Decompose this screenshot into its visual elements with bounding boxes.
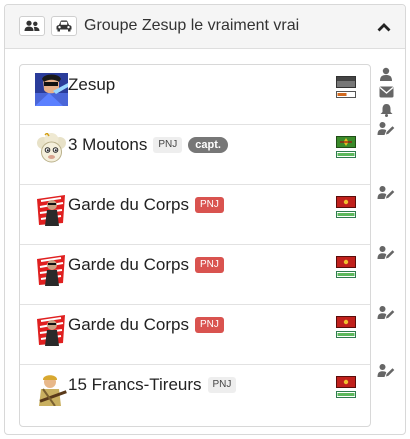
member-name-row: 15 Francs-Tireurs PNJ [68, 375, 237, 395]
profile-button[interactable] [377, 67, 395, 81]
flag-gray-icon [336, 76, 356, 98]
group-panel: Groupe Zesup le vraiment vrai Zesup 3 Mo… [4, 4, 406, 435]
edit-member-button[interactable] [377, 363, 395, 377]
pnj-badge: PNJ [194, 197, 224, 213]
list-item[interactable]: 15 Francs-Tireurs PNJ [20, 365, 370, 425]
member-name-row: Garde du Corps PNJ [68, 195, 224, 215]
flag-red-icon [336, 376, 356, 398]
member-list: Zesup 3 Moutons PNJ capt. Garde du Corps… [19, 64, 371, 427]
user-edit-icon [377, 186, 395, 199]
user-edit-icon [377, 246, 395, 259]
collapse-button[interactable] [375, 18, 393, 36]
avatar [35, 73, 68, 106]
users-icon [24, 20, 40, 31]
member-name: Garde du Corps [68, 195, 189, 214]
group-title: Groupe Zesup le vraiment vrai [84, 17, 300, 34]
avatar [35, 313, 68, 346]
row-actions-5 [371, 363, 401, 381]
row-actions-2 [371, 185, 401, 203]
member-name-row: Zesup [68, 75, 115, 95]
pnj-badge: PNJ [207, 377, 237, 393]
member-name-row: 3 Moutons PNJ capt. [68, 135, 228, 155]
bell-icon [380, 104, 392, 117]
list-item[interactable]: Garde du Corps PNJ [20, 245, 370, 305]
member-name-row: Garde du Corps PNJ [68, 255, 224, 275]
pnj-badge: PNJ [194, 257, 224, 273]
list-item[interactable]: 3 Moutons PNJ capt. [20, 125, 370, 185]
flag-red-icon [336, 256, 356, 278]
list-item[interactable]: Garde du Corps PNJ [20, 305, 370, 365]
pnj-badge: PNJ [194, 317, 224, 333]
user-edit-icon [377, 122, 395, 135]
envelope-icon [379, 86, 393, 98]
member-name: 3 Moutons [68, 135, 148, 154]
members-button[interactable] [19, 16, 45, 36]
user-edit-icon [377, 306, 395, 319]
avatar [35, 253, 68, 286]
row-actions-0 [371, 67, 401, 139]
flag-red-icon [336, 316, 356, 338]
notify-button[interactable] [377, 103, 395, 117]
member-name-row: Garde du Corps PNJ [68, 315, 224, 335]
list-item[interactable]: Zesup [20, 65, 370, 125]
flag-red-icon [336, 196, 356, 218]
member-name: Zesup [68, 75, 116, 94]
edit-member-button[interactable] [377, 185, 395, 199]
car-icon [56, 20, 72, 32]
member-name: Garde du Corps [68, 315, 189, 334]
member-name: 15 Francs-Tireurs [68, 375, 202, 394]
message-button[interactable] [377, 85, 395, 99]
user-edit-icon [377, 364, 395, 377]
edit-member-button[interactable] [377, 245, 395, 259]
panel-header: Groupe Zesup le vraiment vrai [5, 5, 405, 49]
user-icon [380, 67, 392, 81]
avatar [35, 193, 68, 226]
avatar [35, 373, 68, 406]
avatar [35, 133, 68, 166]
vehicle-button[interactable] [51, 16, 77, 36]
captain-badge: capt. [188, 137, 228, 153]
row-actions-3 [371, 245, 401, 263]
edit-member-button[interactable] [377, 305, 395, 319]
row-actions-4 [371, 305, 401, 323]
member-name: Garde du Corps [68, 255, 189, 274]
pnj-badge: PNJ [153, 137, 183, 153]
list-item[interactable]: Garde du Corps PNJ [20, 185, 370, 245]
edit-member-button[interactable] [377, 121, 395, 135]
chevron-up-icon [377, 23, 391, 32]
flag-green-icon [336, 136, 356, 158]
